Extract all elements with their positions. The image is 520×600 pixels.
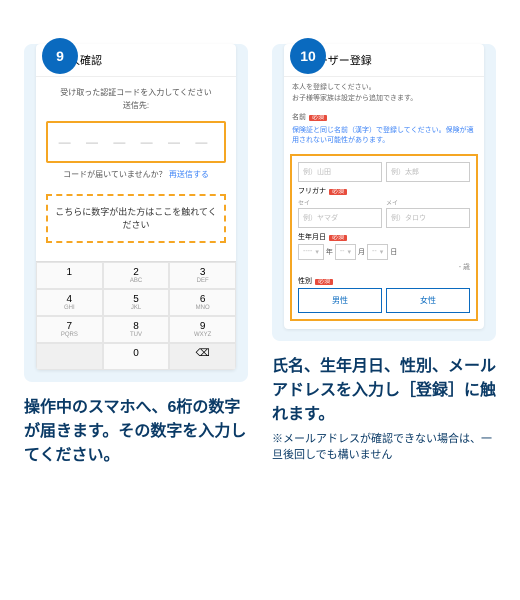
code-input[interactable]: — — — — — — <box>46 121 226 163</box>
key-5[interactable]: 5JKL <box>103 289 170 316</box>
key-1[interactable]: 1 <box>36 262 103 289</box>
month-select[interactable]: --▾ <box>335 244 356 260</box>
name-warning: 保険証と同じ名前（漢字）で登録してください。保険が適用されない可能性があります。 <box>284 126 484 152</box>
sex-label: 性別必須 <box>298 276 470 286</box>
name-label: 名前必須 <box>292 112 476 122</box>
key-7[interactable]: 7PQRS <box>36 316 103 343</box>
resend-link[interactable]: 再送信する <box>169 170 209 179</box>
resend-row: コードが届いていませんか？ 再送信する <box>46 169 226 180</box>
step-subtext-10: ※メールアドレスが確認できない場合は、一旦後回しでも構いません <box>272 431 496 464</box>
key-empty <box>36 343 103 370</box>
day-select[interactable]: --▾ <box>367 244 388 260</box>
key-0[interactable]: 0 <box>103 343 170 370</box>
kana-first-input[interactable]: 例）タロウ <box>386 208 470 228</box>
key-8[interactable]: 8TUV <box>103 316 170 343</box>
key-delete[interactable]: ⌫ <box>169 343 236 370</box>
key-4[interactable]: 4GHI <box>36 289 103 316</box>
key-3[interactable]: 3DEF <box>169 262 236 289</box>
age-display: - 歳 <box>298 262 470 272</box>
phone-mock-10: ‹ ユーザー登録 本人を登録してください。 お子様等家族は設定から追加できます。… <box>284 44 484 329</box>
step-badge: 10 <box>290 38 326 74</box>
kana-label: フリガナ必須 <box>298 186 470 196</box>
key-9[interactable]: 9WXYZ <box>169 316 236 343</box>
phone-mock-9: ‹ 本人確認 受け取った認証コードを入力してください 送信先: — — — — … <box>36 44 236 370</box>
step-card-9: 9 ‹ 本人確認 受け取った認証コードを入力してください 送信先: — — — … <box>24 44 248 382</box>
step-headline-9: 操作中のスマホへ、6桁の数字が届きます。その数字を入力してください。 <box>24 396 248 468</box>
dob-label: 生年月日必須 <box>298 232 470 242</box>
intro-text: 本人を登録してください。 お子様等家族は設定から追加できます。 <box>284 77 484 108</box>
firstname-input[interactable]: 例）太郎 <box>386 162 470 182</box>
instruction-text: 受け取った認証コードを入力してください <box>46 87 226 98</box>
form-highlight: 例）山田 例）太郎 フリガナ必須 セイ メイ 例）ヤマダ 例）タロウ 生年月日必… <box>290 154 478 321</box>
hint-box[interactable]: こちらに数字が出た方はここを触れてください <box>46 194 226 243</box>
year-select[interactable]: ----▾ <box>298 244 324 260</box>
step-headline-10: 氏名、生年月日、性別、メールアドレスを入力し［登録］に触れます。 <box>272 355 496 427</box>
step-card-10: 10 ‹ ユーザー登録 本人を登録してください。 お子様等家族は設定から追加でき… <box>272 44 496 341</box>
step-badge: 9 <box>42 38 78 74</box>
key-6[interactable]: 6MNO <box>169 289 236 316</box>
lastname-input[interactable]: 例）山田 <box>298 162 382 182</box>
key-2[interactable]: 2ABC <box>103 262 170 289</box>
kana-last-input[interactable]: 例）ヤマダ <box>298 208 382 228</box>
female-button[interactable]: 女性 <box>386 288 470 313</box>
numeric-keypad: 1 2ABC 3DEF 4GHI 5JKL 6MNO 7PQRS 8TUV 9W… <box>36 261 236 370</box>
sent-to-label: 送信先: <box>46 100 226 111</box>
male-button[interactable]: 男性 <box>298 288 382 313</box>
